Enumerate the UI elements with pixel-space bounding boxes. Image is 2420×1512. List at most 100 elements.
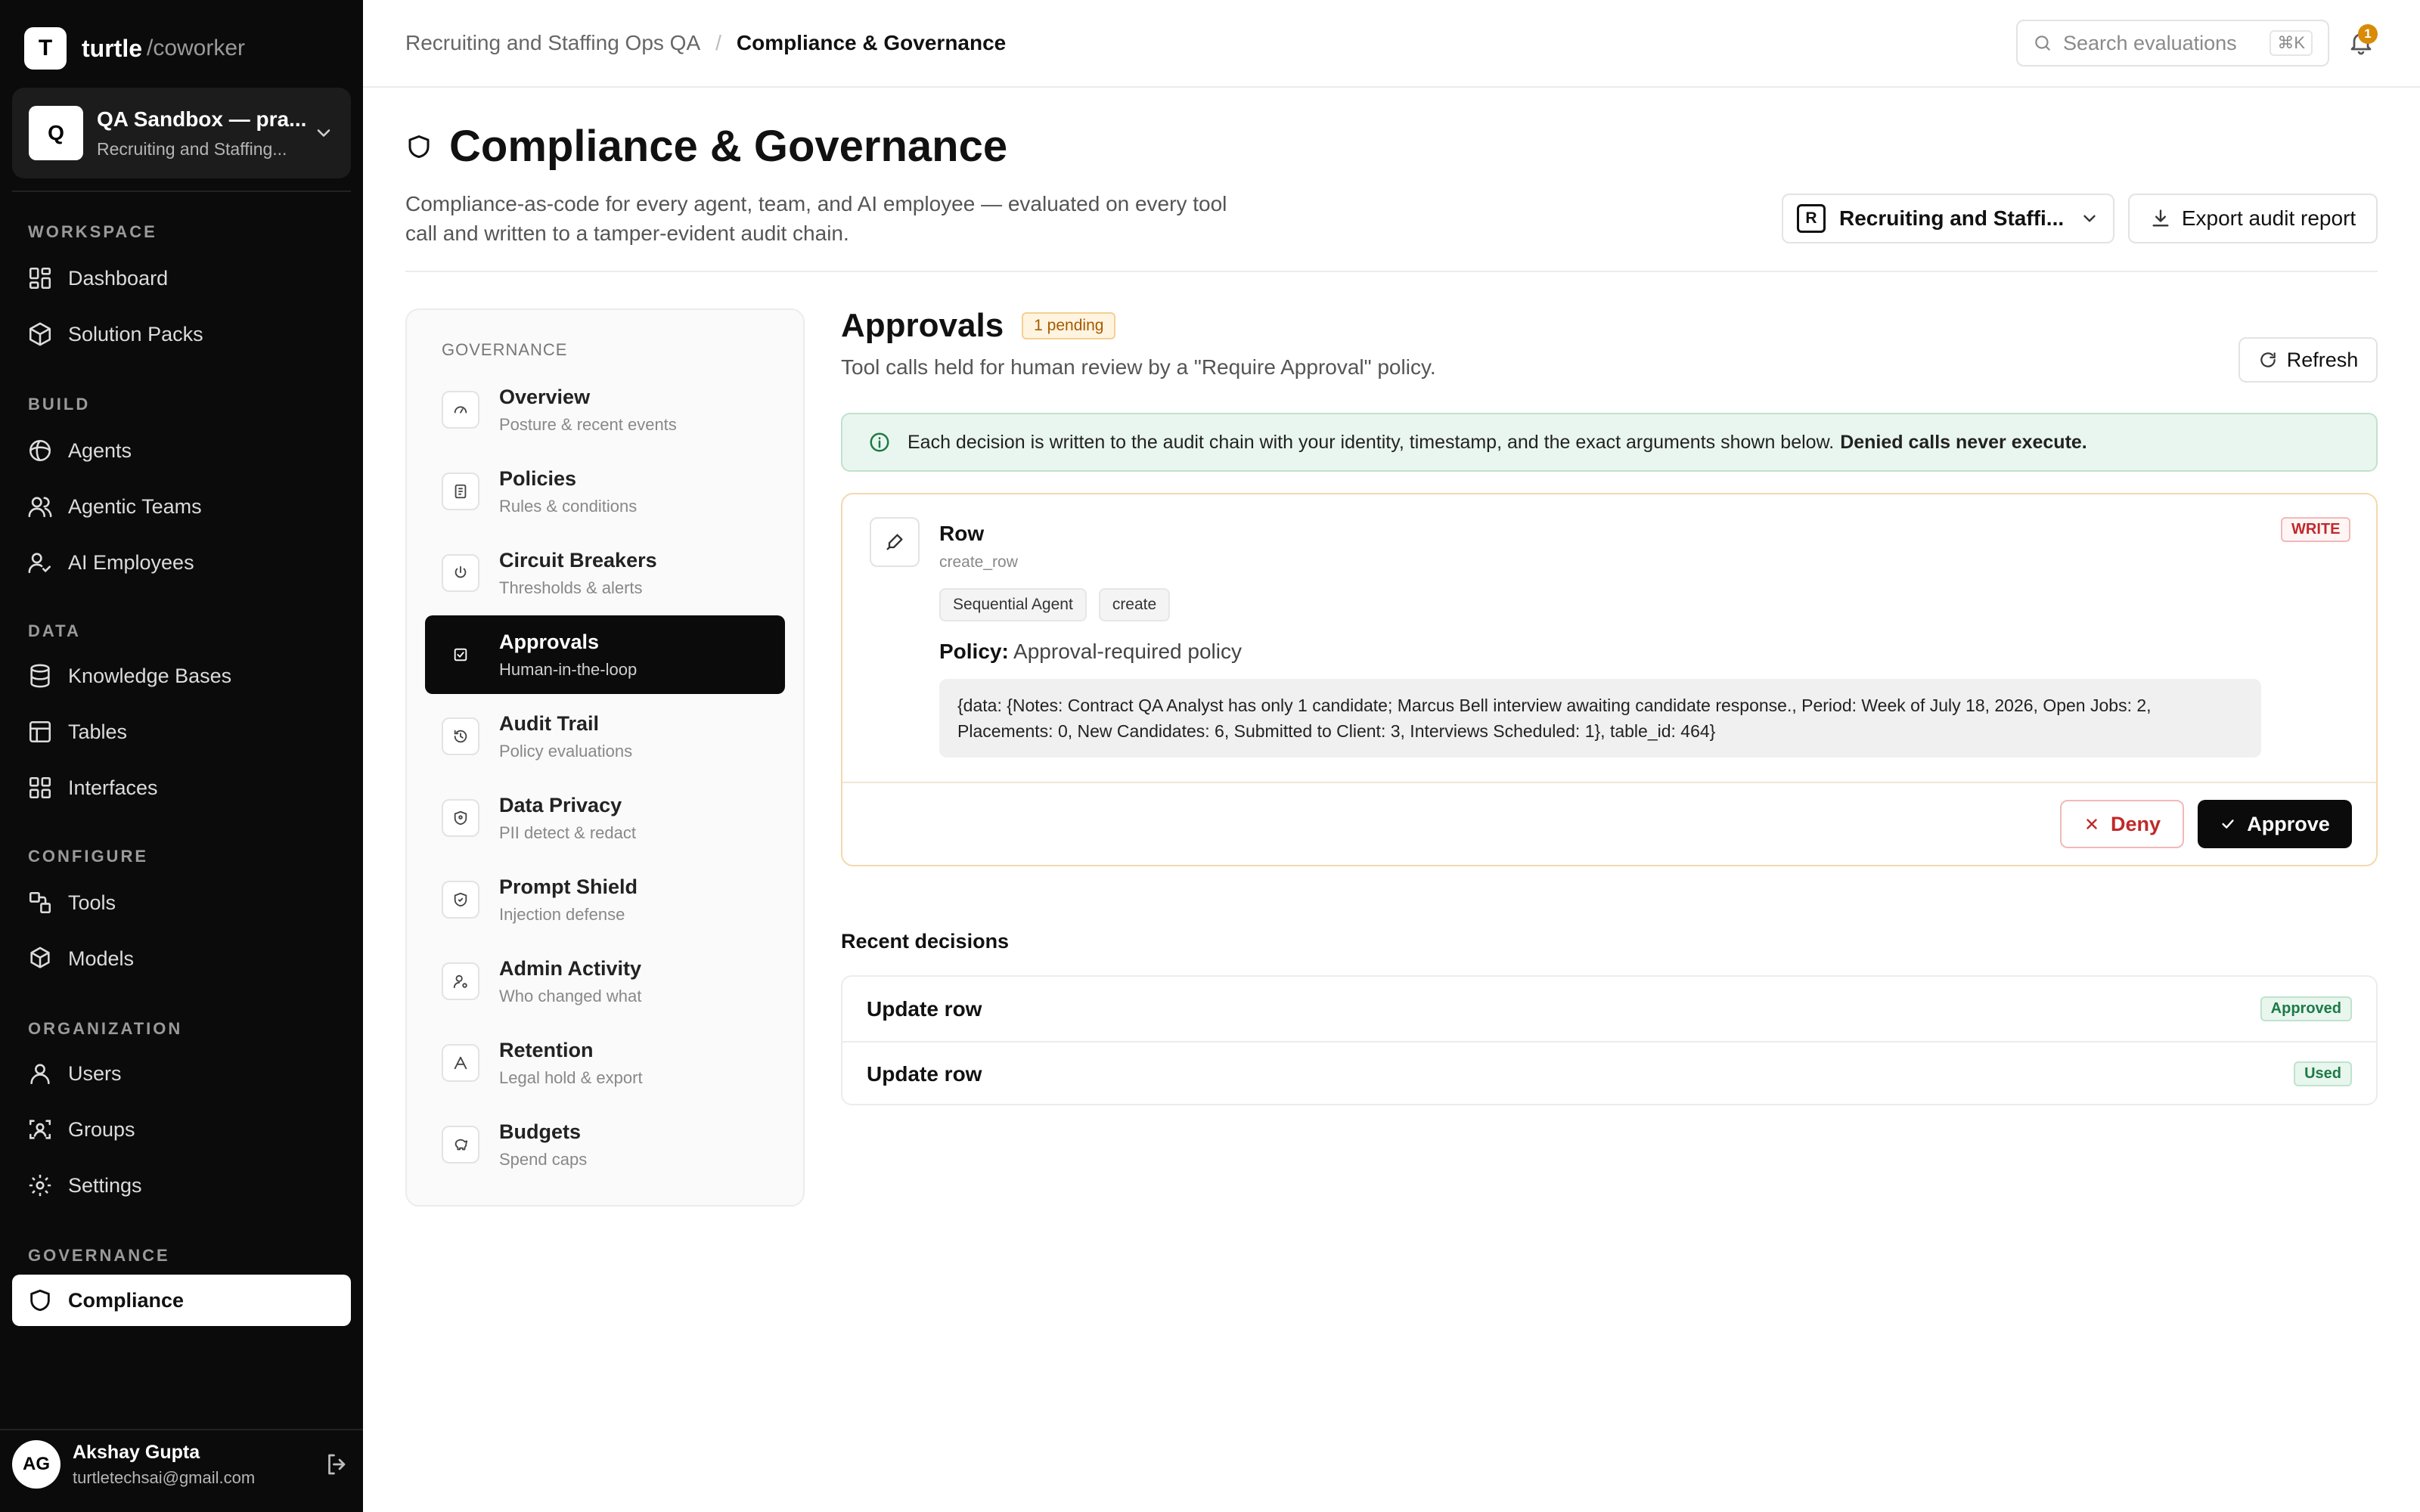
gov-item-overview[interactable]: Overview Posture & recent events (425, 370, 785, 449)
nav-item-tools[interactable]: Tools (12, 877, 351, 928)
list-item[interactable]: Update row Approved (842, 977, 2376, 1041)
nav-item-dashboard[interactable]: Dashboard (12, 253, 351, 304)
gov-item-subtitle: Human-in-the-loop (499, 659, 638, 679)
request-tag: Sequential Agent (939, 588, 1087, 621)
header-divider (405, 271, 2378, 272)
nav-section-workspace: WORKSPACE (28, 222, 157, 241)
gear-icon (29, 1174, 51, 1197)
nav-item-interfaces[interactable]: Interfaces (12, 762, 351, 813)
gov-item-subtitle: Spend caps (499, 1149, 588, 1169)
brand-logo: T (24, 27, 67, 70)
gov-item-data-privacy[interactable]: Data Privacy PII detect & redact (425, 779, 785, 857)
sidebar: T turtle /coworker Q QA Sandbox — pra...… (0, 0, 363, 1512)
package-icon (29, 322, 51, 346)
gov-item-retention[interactable]: Retention Legal hold & export (425, 1024, 785, 1102)
gov-item-subtitle: Thresholds & alerts (499, 578, 643, 597)
breadcrumb-parent[interactable]: Recruiting and Staffing Ops QA (405, 31, 700, 55)
request-tag: create (1098, 588, 1171, 621)
nav-item-users[interactable]: Users (12, 1048, 351, 1099)
nav-item-knowledge-bases[interactable]: Knowledge Bases (12, 650, 351, 702)
nav-item-label: Agents (68, 438, 132, 462)
deny-button[interactable]: Deny (2060, 800, 2184, 848)
gov-item-audit-trail[interactable]: Audit Trail Policy evaluations (425, 697, 785, 776)
user-profile[interactable]: AG Akshay Gupta turtletechsai@gmail.com (12, 1430, 351, 1498)
refresh-icon (2260, 352, 2276, 367)
gov-item-title: Policies (499, 466, 577, 490)
approve-label: Approve (2247, 812, 2330, 835)
user-icon (30, 1064, 50, 1085)
nav-item-groups[interactable]: Groups (12, 1104, 351, 1155)
nav-section-build: BUILD (28, 395, 91, 414)
recent-decisions-list: Update row Approved Update row Used (841, 975, 2378, 1105)
breadcrumb: Recruiting and Staffing Ops QA / Complia… (405, 31, 1006, 55)
users-icon (28, 497, 52, 518)
write-badge: WRITE (2281, 517, 2351, 542)
gov-item-title: Circuit Breakers (499, 548, 657, 572)
decision-label: Update row (867, 996, 982, 1021)
history-icon (454, 730, 467, 743)
approvals-title: Approvals (841, 307, 1004, 344)
gov-item-subtitle: Policy evaluations (499, 741, 633, 761)
recent-decisions-heading: Recent decisions (841, 930, 1010, 953)
shield-icon (30, 1289, 50, 1312)
nav-item-label: Groups (68, 1117, 135, 1141)
nav-item-compliance[interactable]: Compliance (12, 1275, 351, 1326)
refresh-button[interactable]: Refresh (2238, 337, 2378, 383)
brand[interactable]: T turtle /coworker (24, 27, 245, 70)
search-input[interactable] (2063, 31, 2270, 55)
search-box[interactable]: ⌘K (2016, 20, 2329, 67)
nav-item-solution-packs[interactable]: Solution Packs (12, 308, 351, 360)
workspace-switcher[interactable]: Q QA Sandbox — pra... Recruiting and Sta… (12, 88, 351, 178)
close-icon (2086, 819, 2097, 829)
project-select[interactable]: R Recruiting and Staffi... (1782, 194, 2114, 243)
notification-badge: 1 (2358, 24, 2378, 44)
logout-icon[interactable] (324, 1451, 351, 1478)
gov-item-title: Retention (499, 1038, 594, 1061)
nav-item-settings[interactable]: Settings (12, 1160, 351, 1211)
chevron-down-icon (2083, 215, 2096, 222)
nav-item-agentic-teams[interactable]: Agentic Teams (12, 481, 351, 532)
approvals-subtitle: Tool calls held for human review by a "R… (841, 355, 1436, 379)
chevron-down-icon (317, 129, 330, 137)
info-text: Each decision is written to the audit ch… (908, 431, 1835, 453)
search-shortcut: ⌘K (2270, 30, 2313, 56)
pending-badge: 1 pending (1022, 312, 1116, 339)
gov-item-admin-activity[interactable]: Admin Activity Who changed what (425, 942, 785, 1021)
nav-item-label: Models (68, 947, 135, 970)
nav-item-ai-employees[interactable]: AI Employees (12, 537, 351, 588)
gov-item-budgets[interactable]: Budgets Spend caps (425, 1105, 785, 1184)
nav-item-label: Solution Packs (68, 322, 203, 345)
gov-item-title: Data Privacy (499, 793, 622, 816)
governance-nav-heading: GOVERNANCE (442, 340, 568, 359)
gov-item-title: Prompt Shield (499, 875, 638, 898)
approve-button[interactable]: Approve (2198, 800, 2352, 848)
policy-value: Approval-required policy (1013, 640, 1242, 663)
policy-label: Policy: (939, 640, 1009, 663)
status-badge: Approved (2260, 996, 2352, 1021)
gov-item-circuit-breakers[interactable]: Circuit Breakers Thresholds & alerts (425, 534, 785, 612)
piggy-bank-icon (455, 1139, 468, 1151)
gov-item-subtitle: PII detect & redact (499, 823, 636, 842)
user-email: turtletechsai@gmail.com (73, 1467, 256, 1487)
export-label: Export audit report (2181, 206, 2356, 230)
request-code: create_row (939, 553, 1018, 571)
user-cog-icon (453, 974, 467, 989)
request-name: Row (939, 522, 985, 545)
table-icon (29, 720, 51, 743)
gov-item-approvals[interactable]: Approvals Human-in-the-loop (425, 615, 785, 694)
gov-item-policies[interactable]: Policies Rules & conditions (425, 452, 785, 531)
info-strong-text: Denied calls never execute. (1840, 431, 2087, 453)
nav-item-tables[interactable]: Tables (12, 706, 351, 758)
gov-item-prompt-shield[interactable]: Prompt Shield Injection defense (425, 860, 785, 939)
decision-label: Update row (867, 1061, 982, 1086)
brand-suffix: /coworker (147, 36, 246, 60)
export-audit-report-button[interactable]: Export audit report (2128, 194, 2378, 243)
list-item[interactable]: Update row Used (842, 1041, 2376, 1105)
nav-item-models[interactable]: Models (12, 933, 351, 984)
refresh-label: Refresh (2286, 348, 2359, 371)
gov-item-subtitle: Who changed what (499, 986, 642, 1005)
nav-item-agents[interactable]: Agents (12, 425, 351, 476)
search-icon (2035, 36, 2050, 51)
info-icon (870, 432, 889, 452)
workspace-title: QA Sandbox — pra... (97, 107, 307, 131)
